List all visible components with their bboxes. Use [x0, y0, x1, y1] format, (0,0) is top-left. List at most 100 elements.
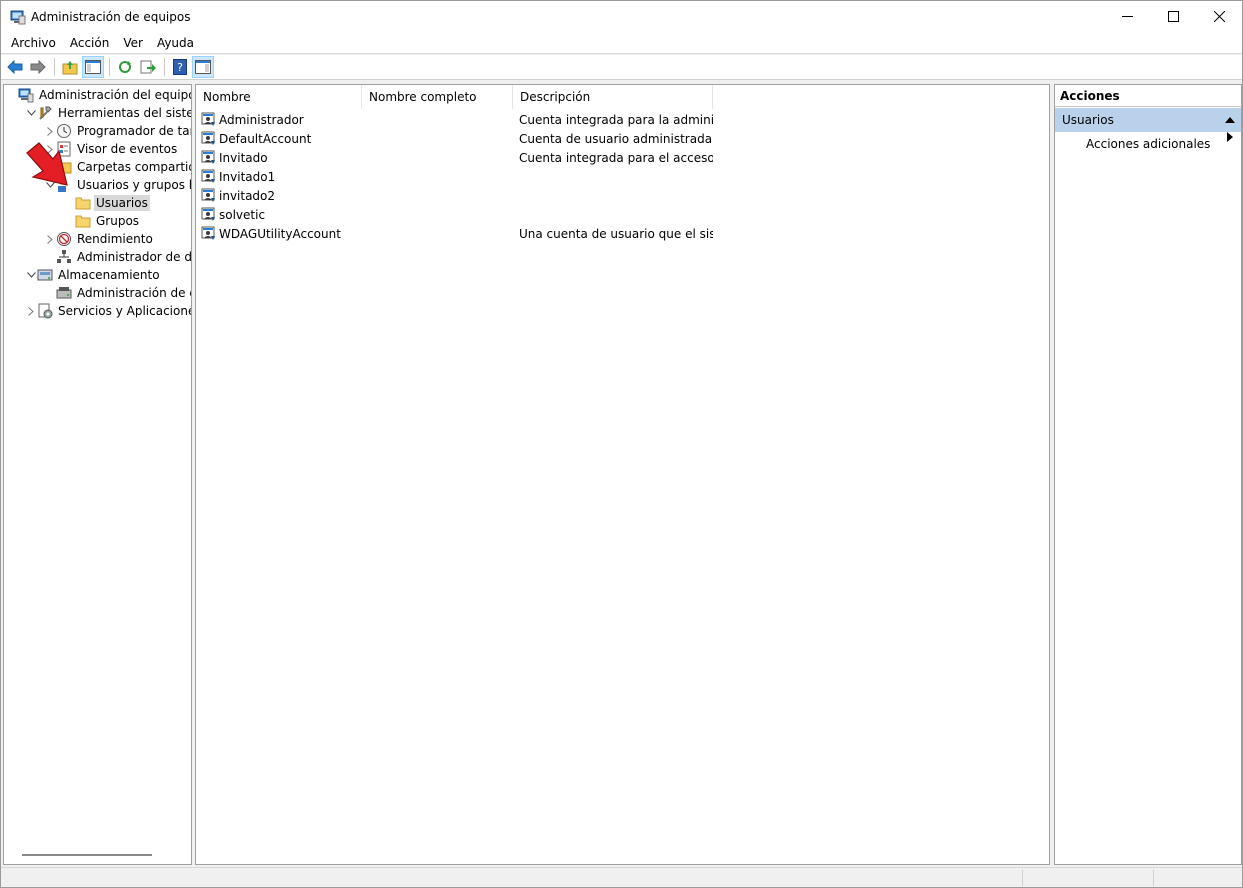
tree-item-label: Administración de disco — [77, 286, 191, 300]
cell-nombre: Invitado1 — [196, 169, 362, 185]
tools-icon — [37, 105, 53, 121]
user-icon — [201, 169, 217, 185]
submenu-arrow-icon — [1227, 132, 1233, 142]
maximize-icon — [1167, 11, 1179, 22]
tree-item[interactable]: Grupos — [63, 212, 141, 230]
tree-item-label: Usuarios — [94, 195, 150, 211]
cell-descripcion: Cuenta de usuario administrada p... — [519, 131, 713, 146]
tree-item-label: Usuarios y grupos locale — [77, 178, 192, 192]
tree-item-label: Carpetas compartidas — [77, 160, 191, 174]
action-item-label: Acciones adicionales — [1086, 137, 1211, 151]
tree-item[interactable]: Servicios y Aplicaciones — [25, 302, 192, 320]
collapse-up-icon — [1225, 117, 1235, 123]
tree-item[interactable]: Administración del equipo (loc — [6, 86, 192, 104]
refresh-button[interactable] — [114, 56, 136, 78]
cell-nombre: Administrador — [196, 112, 362, 128]
user-icon — [201, 207, 217, 223]
close-button[interactable] — [1196, 1, 1242, 32]
users-list-pane: Nombre Nombre completo Descripción Admin… — [195, 84, 1050, 865]
storage-icon — [37, 267, 53, 283]
table-row[interactable]: invitado2 — [196, 186, 713, 205]
up-level-button[interactable] — [59, 56, 81, 78]
back-button[interactable] — [4, 56, 26, 78]
computer-management-icon — [10, 10, 26, 24]
folder-icon — [75, 195, 91, 211]
chevron-down-icon[interactable] — [25, 266, 37, 284]
action-acciones-adicionales[interactable]: Acciones adicionales — [1055, 132, 1241, 156]
window-controls — [1104, 1, 1242, 32]
user-icon — [201, 131, 217, 147]
tree-item[interactable]: Programador de tareas — [44, 122, 191, 140]
tree-item[interactable]: Usuarios — [63, 194, 150, 212]
tree-item[interactable]: Herramientas del sistema — [25, 104, 191, 122]
tree-horizontal-scrollbar[interactable] — [22, 854, 152, 856]
chevron-right-icon[interactable] — [44, 230, 56, 248]
status-segment — [1153, 870, 1154, 886]
user-icon — [201, 150, 217, 166]
forward-button[interactable] — [27, 56, 49, 78]
tree-item-label: Almacenamiento — [58, 268, 160, 282]
menu-accion[interactable]: Acción — [63, 33, 116, 53]
tree-item[interactable]: Administrador de dispo — [44, 248, 191, 266]
user-name: solvetic — [219, 207, 266, 222]
toolbar-separator — [109, 58, 110, 76]
tree-item[interactable]: Almacenamiento — [25, 266, 162, 284]
console-tree-pane: Administración del equipo (loc Herramient… — [3, 84, 192, 865]
cell-nombre: Invitado — [196, 150, 362, 166]
table-row[interactable]: DefaultAccount Cuenta de usuario administ… — [196, 129, 713, 148]
table-row[interactable]: Administrador Cuenta integrada para la ad… — [196, 110, 713, 129]
table-row[interactable]: WDAGUtilityAccount Una cuenta de usuario … — [196, 224, 713, 243]
show-hide-tree-button[interactable] — [82, 56, 104, 78]
device-manager-icon — [56, 249, 72, 265]
tree-item-label: Visor de eventos — [77, 142, 178, 156]
list-header: Nombre Nombre completo Descripción — [196, 85, 713, 109]
cell-nombre: WDAGUtilityAccount — [196, 226, 362, 242]
show-hide-action-pane-button[interactable] — [192, 56, 214, 78]
table-row[interactable]: solvetic — [196, 205, 713, 224]
table-row[interactable]: Invitado1 — [196, 167, 713, 186]
help-button[interactable]: ? — [169, 56, 191, 78]
toolbar: ? — [1, 55, 1242, 80]
tree-item[interactable]: Administración de disco — [44, 284, 191, 302]
cell-descripcion: Cuenta integrada para el acceso c... — [519, 150, 713, 165]
help-icon: ? — [173, 59, 187, 75]
tree-item-label: Administración del equipo (loc — [39, 88, 192, 102]
column-header-nombre[interactable]: Nombre — [196, 85, 362, 109]
chevron-down-icon[interactable] — [25, 104, 37, 122]
cell-nombre: invitado2 — [196, 188, 362, 204]
chevron-right-icon[interactable] — [44, 122, 56, 140]
minimize-button[interactable] — [1104, 1, 1150, 32]
export-list-button[interactable] — [137, 56, 159, 78]
forward-arrow-icon — [30, 60, 46, 74]
maximize-button[interactable] — [1150, 1, 1196, 32]
chevron-right-icon[interactable] — [25, 302, 37, 320]
user-name: invitado2 — [219, 188, 276, 203]
tree-item-label: Programador de tareas — [77, 124, 191, 138]
user-icon — [201, 188, 217, 204]
menu-ver[interactable]: Ver — [116, 33, 150, 53]
cell-nombre: DefaultAccount — [196, 131, 362, 147]
actions-header: Acciones — [1055, 85, 1241, 107]
computer-management-icon — [18, 87, 34, 103]
menu-archivo[interactable]: Archivo — [1, 33, 63, 53]
column-header-nombre-completo[interactable]: Nombre completo — [362, 85, 513, 109]
menu-ayuda[interactable]: Ayuda — [150, 33, 201, 53]
table-row[interactable]: Invitado Cuenta integrada para el acceso … — [196, 148, 713, 167]
action-pane-icon — [195, 60, 211, 74]
tree-item-label: Servicios y Aplicaciones — [58, 304, 192, 318]
actions-section-usuarios[interactable]: Usuarios — [1055, 108, 1241, 132]
folder-icon — [75, 213, 91, 229]
actions-pane: Acciones Usuarios Acciones adicionales — [1054, 84, 1242, 865]
tree-item[interactable]: Rendimiento — [44, 230, 155, 248]
performance-icon — [56, 231, 72, 247]
menu-bar: Archivo Acción Ver Ayuda — [1, 32, 1242, 54]
window-title: Administración de equipos — [31, 9, 191, 24]
disk-icon — [56, 285, 72, 301]
cell-nombre: solvetic — [196, 207, 362, 223]
user-name: Invitado1 — [219, 169, 276, 184]
column-header-descripcion[interactable]: Descripción — [513, 85, 713, 109]
computer-management-window: Administración de equipos Archivo Acción… — [0, 0, 1243, 888]
